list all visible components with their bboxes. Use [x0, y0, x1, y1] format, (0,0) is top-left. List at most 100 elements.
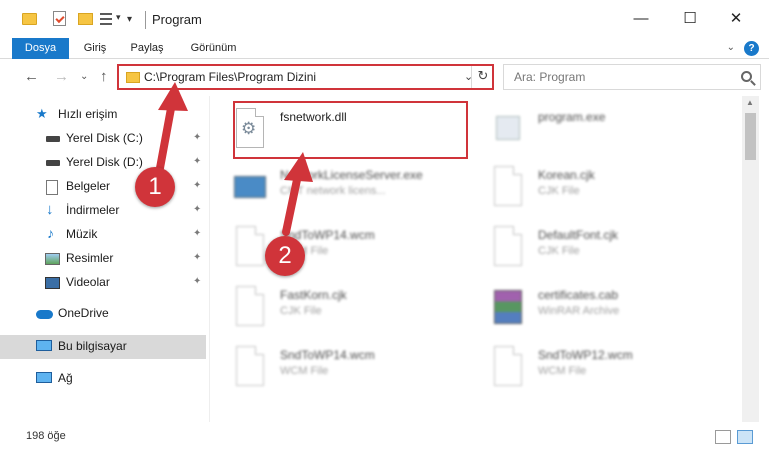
cloud-icon — [36, 310, 53, 319]
file-name: SndToWP14.wcm — [280, 348, 375, 362]
pane-divider — [209, 96, 210, 422]
customize-quick-access-icon[interactable]: ▾ — [127, 14, 132, 30]
file-icon — [232, 286, 266, 328]
file-icon — [490, 226, 524, 268]
computer-icon — [36, 340, 52, 351]
sidebar-item-local-disk-d[interactable]: Yerel Disk (D:) ✦ — [0, 151, 206, 175]
file-item[interactable]: program.exe — [470, 102, 720, 158]
navigation-pane: ★ Hızlı erişim Yerel Disk (C:) ✦ Yerel D… — [0, 96, 209, 422]
maximize-button[interactable]: ☐ — [675, 8, 705, 30]
file-name: FastKorn.cjk — [280, 288, 347, 302]
sidebar-item-videos[interactable]: Videolar ✦ — [0, 271, 206, 295]
file-highlight-box — [233, 101, 468, 159]
back-button[interactable]: ← — [24, 68, 39, 85]
file-name: DefaultFont.cjk — [538, 228, 619, 242]
file-item[interactable]: SndToWP14.wcm WCM File — [212, 340, 462, 396]
properties-icon[interactable] — [53, 11, 66, 26]
file-name: Korean.cjk — [538, 168, 595, 182]
file-item[interactable]: DefaultFont.cjk CJK File — [470, 220, 720, 276]
sidebar-item-documents[interactable]: Belgeler ✦ — [0, 175, 206, 199]
sidebar-item-onedrive[interactable]: OneDrive — [0, 302, 206, 326]
sidebar-item-label: Videolar — [66, 275, 110, 289]
sidebar-item-label: Ağ — [58, 371, 73, 385]
file-type: WCM File — [538, 365, 587, 377]
forward-button[interactable]: → — [54, 68, 69, 85]
search-icon[interactable] — [741, 71, 752, 82]
large-icons-view-icon[interactable] — [737, 430, 753, 444]
drive-icon — [46, 136, 60, 142]
up-button[interactable]: ↑ — [100, 68, 108, 85]
file-item[interactable]: NetworkLicenseServer.exe CMT network lic… — [212, 160, 462, 216]
status-bar: 198 öğe — [0, 422, 769, 464]
pin-icon[interactable]: ✦ — [193, 252, 201, 263]
sidebar-item-label: Bu bilgisayar — [58, 339, 127, 353]
sidebar-item-network[interactable]: Ağ — [0, 367, 206, 391]
sidebar-item-local-disk-c[interactable]: Yerel Disk (C:) ✦ — [0, 127, 206, 151]
sidebar-item-music[interactable]: ♪ Müzik ✦ — [0, 223, 206, 247]
new-folder-icon[interactable] — [78, 13, 93, 25]
file-name: certificates.cab — [538, 288, 619, 302]
minimize-button[interactable]: — — [626, 8, 656, 30]
help-icon[interactable]: ? — [744, 41, 759, 56]
file-name: SndToWP12.wcm — [538, 348, 633, 362]
sidebar-item-label: İndirmeler — [66, 203, 120, 217]
file-item[interactable]: SndToWP12.wcm WCM File — [470, 340, 720, 396]
archive-icon — [490, 286, 524, 328]
sidebar-item-label: Yerel Disk (D:) — [66, 155, 143, 169]
file-name: program.exe — [538, 110, 606, 124]
pictures-icon — [45, 253, 60, 265]
search-input[interactable]: Ara: Program — [514, 70, 585, 84]
network-icon — [36, 372, 52, 383]
vertical-scrollbar[interactable]: ▲ — [742, 96, 759, 422]
sidebar-item-this-pc[interactable]: Bu bilgisayar — [0, 335, 206, 359]
file-icon — [232, 226, 266, 268]
view-icon[interactable] — [100, 13, 112, 25]
sidebar-item-pictures[interactable]: Resimler ✦ — [0, 247, 206, 271]
search-box[interactable]: Ara: Program — [503, 64, 761, 90]
pin-icon[interactable]: ✦ — [193, 132, 201, 143]
recent-locations-button[interactable]: ⌄ — [80, 71, 88, 82]
pin-icon[interactable]: ✦ — [193, 204, 201, 215]
scrollbar-thumb[interactable] — [745, 113, 756, 160]
scroll-up-icon[interactable]: ▲ — [746, 98, 754, 107]
file-item[interactable]: SndToWP14.wcm WCM File — [212, 220, 462, 276]
pin-icon[interactable]: ✦ — [193, 180, 201, 191]
sidebar-item-label: Resimler — [66, 251, 114, 265]
documents-icon — [46, 180, 58, 195]
file-type: WinRAR Archive — [538, 305, 620, 317]
folder-icon — [22, 13, 37, 25]
file-item[interactable]: FastKorn.cjk CJK File — [212, 280, 462, 336]
file-item[interactable]: Korean.cjk CJK File — [470, 160, 720, 216]
pin-icon[interactable]: ✦ — [193, 228, 201, 239]
file-type: CJK File — [280, 305, 322, 317]
pin-icon[interactable]: ✦ — [193, 156, 201, 167]
sidebar-item-label: Yerel Disk (C:) — [66, 131, 143, 145]
ribbon-tabs: Dosya Giriş Paylaş Görünüm ⌄ ? — [0, 38, 769, 59]
title-separator — [145, 11, 146, 29]
chevron-down-icon[interactable]: ▾ — [116, 12, 121, 28]
ribbon-expand-icon[interactable]: ⌄ — [727, 42, 735, 53]
exe-icon — [490, 108, 524, 150]
tab-file[interactable]: Dosya — [12, 38, 69, 59]
file-name: NetworkLicenseServer.exe — [280, 168, 423, 182]
sidebar-item-label: OneDrive — [58, 306, 109, 320]
star-icon: ★ — [36, 106, 48, 121]
download-icon: ↓ — [46, 201, 54, 218]
callout-badge-2: 2 — [265, 236, 305, 276]
file-item[interactable]: certificates.cab WinRAR Archive — [470, 280, 720, 336]
details-view-icon[interactable] — [715, 430, 731, 444]
sidebar-item-downloads[interactable]: ↓ İndirmeler ✦ — [0, 199, 206, 223]
sidebar-item-label: Hızlı erişim — [58, 107, 118, 121]
sidebar-item-quick-access[interactable]: ★ Hızlı erişim — [0, 103, 206, 127]
file-type: CJK File — [538, 185, 580, 197]
close-button[interactable]: ✕ — [721, 8, 751, 30]
tab-home[interactable]: Giriş — [80, 38, 110, 59]
pin-icon[interactable]: ✦ — [193, 276, 201, 287]
sidebar-item-label: Belgeler — [66, 179, 111, 193]
exe-icon — [232, 166, 266, 208]
tab-share[interactable]: Paylaş — [127, 38, 167, 59]
address-highlight-box — [117, 64, 494, 90]
tab-view[interactable]: Görünüm — [186, 38, 241, 59]
file-type: CJK File — [538, 245, 580, 257]
videos-icon — [45, 277, 60, 289]
